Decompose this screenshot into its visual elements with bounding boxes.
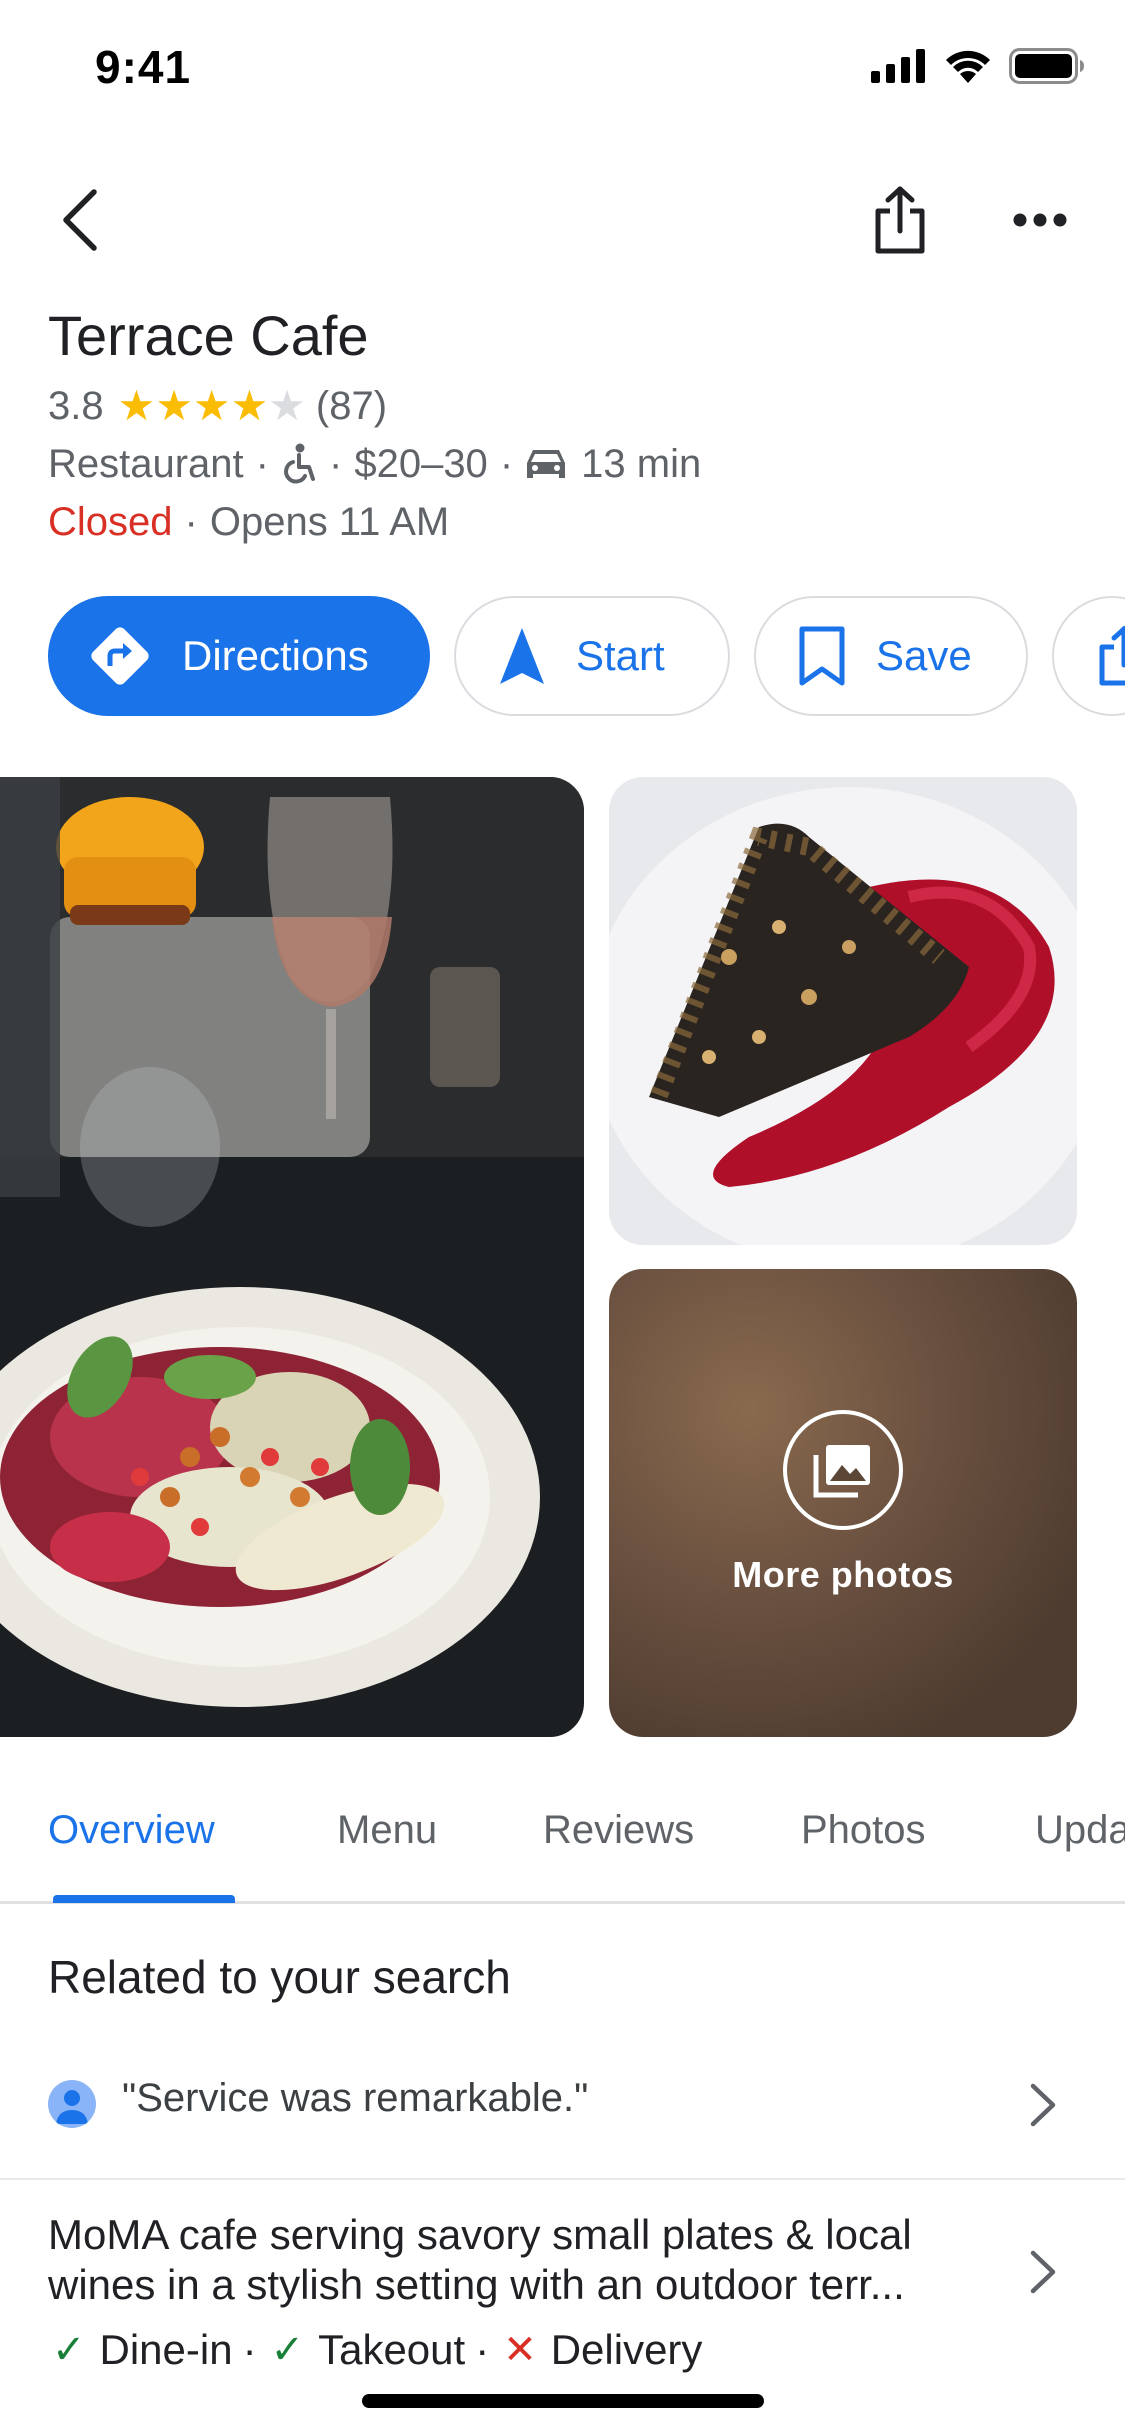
separator-dot: ·	[184, 499, 198, 544]
place-tabs: Overview Menu Reviews Photos Upda	[0, 1790, 1125, 1904]
review-snippet: "Service was remarkable."	[122, 2076, 589, 2120]
directions-button[interactable]: Directions	[48, 596, 430, 716]
tab-updates[interactable]: Upda	[1035, 1808, 1125, 1853]
save-button[interactable]: Save	[754, 596, 1028, 716]
dessert-photo-illustration	[609, 777, 1077, 1245]
back-arrow-icon	[63, 189, 97, 251]
share-button[interactable]	[860, 178, 940, 262]
tab-reviews[interactable]: Reviews	[543, 1808, 694, 1853]
photo-dessert[interactable]	[609, 777, 1077, 1245]
navigation-arrow-icon	[498, 626, 546, 686]
more-options-button[interactable]	[1000, 180, 1080, 260]
separator-dot: ·	[329, 441, 343, 486]
price-range: $20–30	[354, 441, 488, 486]
hours-row[interactable]: Closed · Opens 11 AM	[48, 494, 1078, 550]
photo-gallery: More photos	[0, 777, 1125, 1737]
wifi-icon	[946, 50, 990, 83]
photo-library-icon	[783, 1410, 903, 1530]
star-empty-icon: ★	[268, 382, 306, 429]
active-tab-indicator	[53, 1895, 235, 1903]
more-photos-label: More photos	[732, 1554, 954, 1595]
battery-icon	[1009, 48, 1084, 84]
review-count: (87)	[315, 383, 388, 428]
place-header: Terrace Cafe 3.8 ★ ★ ★ ★ ★ (87) Restaurant ·…	[48, 300, 1078, 550]
check-icon: ✓	[52, 2328, 86, 2372]
car-icon	[527, 450, 566, 478]
separator-dot: ·	[242, 2326, 257, 2373]
save-label: Save	[876, 632, 972, 679]
star-filled-icon: ★	[230, 382, 269, 429]
top-bar	[0, 170, 1125, 270]
separator-dot: ·	[255, 441, 269, 486]
start-label: Start	[576, 632, 665, 679]
separator-dot: ·	[475, 2326, 490, 2373]
tab-menu[interactable]: Menu	[337, 1808, 437, 1853]
drive-time: 13 min	[581, 441, 702, 486]
cross-icon: ✕	[503, 2328, 537, 2372]
tab-overview[interactable]: Overview	[48, 1808, 215, 1853]
description-line-2: wines in a stylish setting with an outdo…	[48, 2261, 905, 2308]
status-icons	[871, 48, 1085, 84]
service-dine-in: Dine-in	[99, 2326, 233, 2373]
chevron-right-icon	[1018, 2247, 1068, 2297]
directions-icon	[88, 624, 152, 688]
service-delivery: Delivery	[550, 2326, 703, 2373]
place-title: Terrace Cafe	[48, 304, 369, 367]
star-filled-icon: ★	[192, 382, 231, 429]
chevron-right-icon	[1018, 2080, 1068, 2130]
directions-label: Directions	[182, 632, 369, 679]
photo-salad[interactable]	[0, 777, 584, 1737]
service-options: ✓ Dine-in · ✓ Takeout · ✕ Delivery	[52, 2326, 702, 2374]
rating-stars: ★ ★ ★ ★ ★	[118, 385, 306, 427]
action-chips: Directions Start Save	[48, 596, 1125, 718]
description-line-1: MoMA cafe serving savory small plates & …	[48, 2211, 912, 2258]
opening-time: Opens 11 AM	[209, 499, 450, 544]
place-description: MoMA cafe serving savory small plates & …	[48, 2210, 978, 2310]
category-label: Restaurant	[48, 441, 244, 486]
user-avatar-icon	[48, 2080, 96, 2128]
service-takeout: Takeout	[318, 2326, 466, 2373]
start-button[interactable]: Start	[454, 596, 730, 716]
tab-photos[interactable]: Photos	[801, 1808, 926, 1853]
share-icon	[875, 186, 925, 254]
signal-icon	[871, 49, 925, 83]
home-indicator[interactable]	[362, 2394, 764, 2408]
back-button[interactable]	[40, 180, 120, 260]
separator-dot: ·	[499, 441, 514, 486]
related-title: Related to your search	[48, 1951, 511, 2003]
rating-row[interactable]: 3.8 ★ ★ ★ ★ ★ (87)	[48, 378, 1078, 434]
check-icon: ✓	[270, 2328, 305, 2372]
more-photos-content: More photos	[609, 1269, 1077, 1737]
salad-photo-illustration	[0, 777, 584, 1737]
share-chip-button[interactable]	[1052, 596, 1125, 716]
more-horizontal-icon	[1013, 213, 1067, 227]
bookmark-icon	[798, 625, 846, 687]
meta-row: Restaurant · · $20–30 · 13 min	[48, 436, 1078, 492]
share-icon	[1098, 625, 1125, 687]
status-time: 9:41	[95, 41, 192, 93]
star-filled-icon: ★	[155, 382, 193, 429]
open-status: Closed	[48, 499, 173, 544]
star-filled-icon: ★	[117, 382, 156, 429]
review-snippet-row[interactable]: "Service was remarkable."	[0, 2040, 1125, 2180]
status-bar: 9:41	[0, 0, 1125, 140]
wheelchair-accessible-icon	[284, 443, 315, 484]
more-photos-tile[interactable]: More photos	[609, 1269, 1077, 1737]
rating-value: 3.8	[48, 383, 104, 428]
